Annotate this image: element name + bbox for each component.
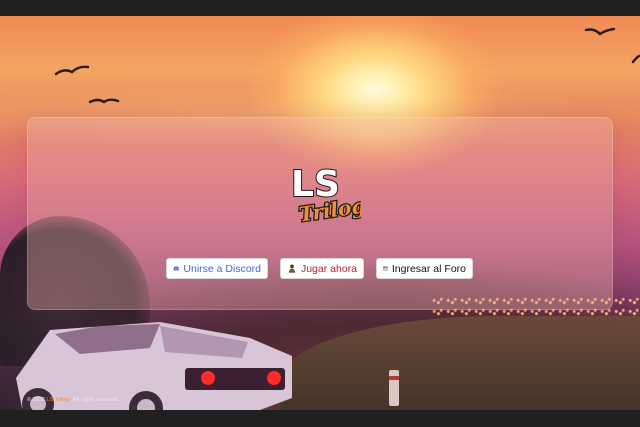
game-character-icon: [288, 264, 296, 273]
copyright-prefix: © 2022: [27, 397, 47, 403]
join-discord-label: Unirse a Discord: [183, 262, 261, 275]
bird: [584, 27, 616, 36]
enter-forum-button[interactable]: Ingresar al Foro: [376, 258, 473, 279]
play-now-label: Jugar ahora: [300, 262, 357, 275]
play-now-button[interactable]: Jugar ahora: [280, 258, 364, 279]
top-bar: [0, 0, 640, 16]
ls-trilogy-logo: LS Trilogy: [290, 163, 361, 224]
copyright-footer: © 2022 LS Trilogy. All rights reserved.: [27, 397, 119, 403]
enter-forum-label: Ingresar al Foro: [391, 262, 466, 275]
bird: [631, 54, 640, 64]
browser-window-icon: [383, 266, 388, 271]
action-buttons: Unirse a Discord Jugar ahora Ingresar al…: [0, 258, 640, 280]
road-post: [389, 370, 399, 406]
copyright-suffix: . All rights reserved.: [70, 397, 119, 403]
bottom-bar: [0, 410, 640, 427]
copyright-brand-link[interactable]: LS Trilogy: [46, 397, 70, 403]
bird: [54, 65, 90, 76]
join-discord-button[interactable]: Unirse a Discord: [166, 258, 268, 279]
discord-icon: [173, 266, 179, 271]
bird: [88, 98, 120, 104]
